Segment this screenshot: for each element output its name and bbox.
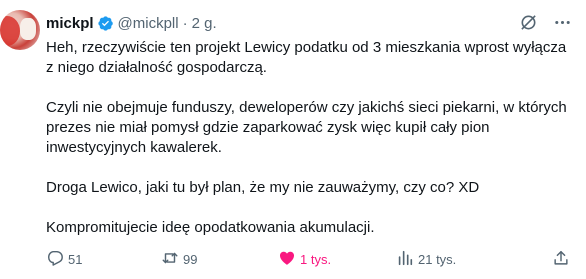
reply-icon (46, 249, 64, 270)
retweet-count: 99 (183, 251, 198, 267)
verified-badge-icon (97, 15, 114, 32)
timestamp[interactable]: 2 g. (192, 15, 217, 32)
more-icon[interactable] (552, 12, 572, 32)
action-bar: 51 99 1 tys. 21 tys. (46, 248, 570, 270)
reply-button[interactable]: 51 (46, 249, 82, 270)
tweet-header: mickpl @mickpll · 2 g. (46, 12, 217, 34)
views-count: 21 tys. (418, 251, 457, 267)
tweet-text: Heh, rzeczywiście ten projekt Lewicy pod… (46, 38, 576, 258)
like-button[interactable]: 1 tys. (278, 249, 331, 270)
handle[interactable]: @mickpll (118, 15, 179, 32)
heart-icon (278, 249, 296, 270)
views-button[interactable]: 21 tys. (396, 249, 456, 270)
avatar[interactable] (0, 10, 40, 50)
separator-dot: · (182, 14, 188, 32)
tweet-paragraph: Droga Lewico, jaki tu był plan, że my ni… (46, 179, 480, 196)
tweet-paragraph: Czyli nie obejmuje funduszy, deweloperów… (46, 99, 567, 156)
tweet-paragraph: Kompromitujecie ideę opodatkowania akumu… (46, 219, 375, 236)
tweet-paragraph: Heh, rzeczywiście ten projekt Lewicy pod… (46, 39, 567, 76)
header-actions (518, 12, 572, 32)
retweet-button[interactable]: 99 (161, 249, 197, 270)
share-button[interactable] (552, 249, 570, 270)
grok-icon[interactable] (518, 12, 538, 32)
reply-count: 51 (68, 251, 83, 267)
share-icon (552, 249, 570, 270)
display-name[interactable]: mickpl (46, 15, 94, 32)
tweet[interactable]: mickpl @mickpll · 2 g. Heh, rzeczywiście… (0, 0, 586, 279)
retweet-icon (161, 249, 179, 270)
like-count: 1 tys. (300, 251, 332, 267)
views-icon (396, 249, 414, 270)
